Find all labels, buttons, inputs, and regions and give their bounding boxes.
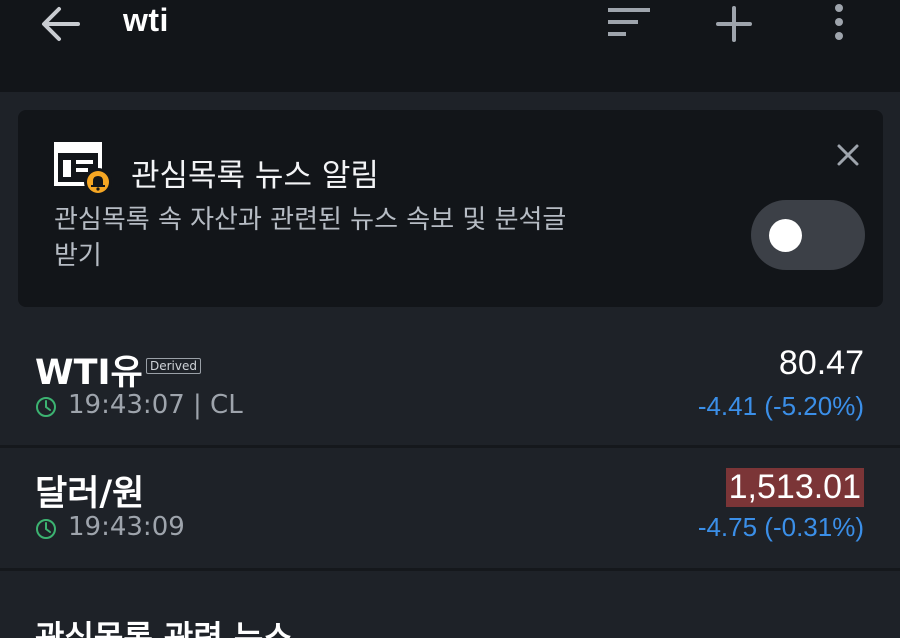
toggle-knob [769, 219, 802, 252]
divider [0, 568, 900, 571]
watchlist-row[interactable]: 달러/원 19:43:09 1,513.01 -4.75 (-0.31%) [0, 448, 900, 568]
sort-button[interactable] [606, 4, 652, 44]
derived-badge: Derived [146, 358, 201, 374]
news-bell-icon [54, 140, 114, 198]
clock-icon [35, 518, 57, 540]
plus-icon [716, 6, 752, 42]
more-vert-icon [835, 4, 843, 40]
price-change: -4.41 (-5.20%) [697, 391, 864, 421]
watchlist-row[interactable]: WTI유 Derived 19:43:07 | CL 80.47 -4.41 (… [0, 327, 900, 445]
news-alert-toggle[interactable] [751, 200, 865, 270]
clock-icon [35, 396, 57, 418]
arrow-left-icon [42, 7, 80, 41]
news-alert-description: 관심목록 속 자산과 관련된 뉴스 속보 및 분석글 받기 [54, 205, 567, 271]
price: 1,513.01 [725, 468, 864, 507]
news-alert-card: 관심목록 뉴스 알림 관심목록 속 자산과 관련된 뉴스 속보 및 분석글 받기 [18, 110, 883, 307]
page-title: wti [123, 2, 169, 38]
quote-time: 19:43:09 [68, 512, 185, 542]
app-bar: wti [0, 0, 900, 92]
asset-name: 달러/원 [35, 474, 145, 514]
add-button[interactable] [712, 2, 756, 46]
price: 80.47 [778, 344, 864, 382]
news-alert-title: 관심목록 뉴스 알림 [131, 158, 379, 194]
close-button[interactable] [833, 140, 863, 170]
asset-name: WTI유 [35, 353, 143, 393]
more-options-button[interactable] [822, 0, 856, 46]
quote-time: 19:43:07 | CL [68, 390, 243, 420]
sort-icon [608, 8, 650, 36]
price-change: -4.75 (-0.31%) [697, 512, 864, 542]
close-icon [837, 144, 859, 166]
related-news-title: 관심목록 관련 뉴스 [35, 618, 293, 638]
back-button[interactable] [38, 2, 84, 46]
